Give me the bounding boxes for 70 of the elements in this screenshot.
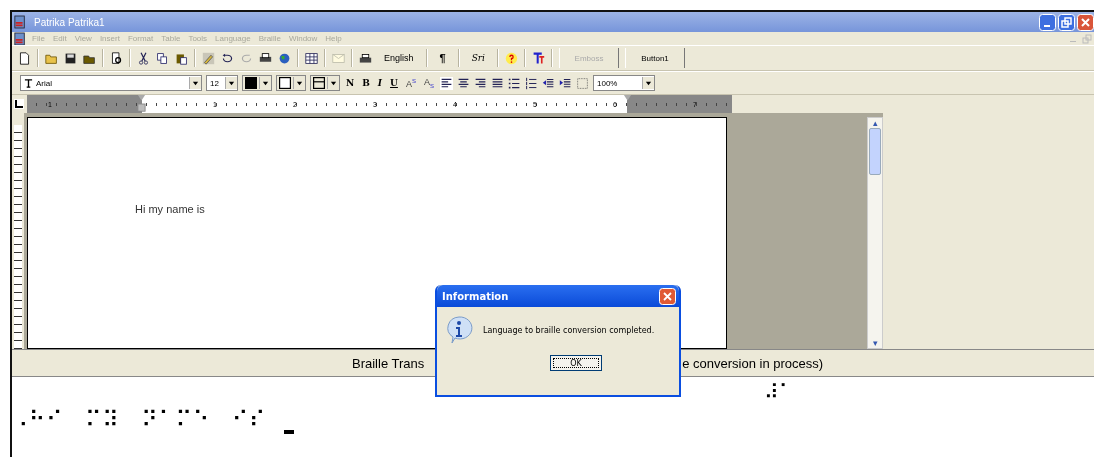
save-icon[interactable] [64,51,77,65]
paragraph-mark-button[interactable]: ¶ [433,52,452,64]
globe-icon[interactable] [278,51,291,65]
copy-icon[interactable] [156,51,169,65]
caret-icon[interactable] [192,79,199,87]
printer-icon[interactable] [259,51,272,65]
paste-icon[interactable] [175,51,188,65]
superscript-button[interactable]: A$^{S}$ [403,77,418,89]
caret-icon[interactable] [262,79,269,87]
braille-output-area[interactable]: ⠼⠁ ⠠⠓⠊ ⠍⠽ ⠝⠁⠍⠑ ⠊⠎ [12,377,1094,457]
document-text: Hi my name is [135,203,205,215]
font-type-icon [24,78,33,88]
indent-icon[interactable] [559,76,572,90]
subscript-button[interactable]: A$_{S}$ [421,77,436,89]
justify-icon[interactable] [491,76,504,90]
text-cursor [284,430,294,434]
window-title: Patrika Patrika1 [34,16,105,28]
align-left-icon[interactable] [440,76,453,90]
close-button[interactable] [659,287,676,305]
document-icon [14,31,26,46]
bold-button[interactable]: B [360,78,372,88]
border-dropdown[interactable] [310,75,340,91]
language-button[interactable]: English [378,53,420,63]
align-center-icon[interactable] [457,76,470,90]
close-button[interactable] [1077,13,1094,31]
braille-text: ⠼⠁ [764,380,794,404]
zoom-dropdown[interactable]: 100% [593,75,655,91]
background-color-dropdown[interactable] [276,75,306,91]
size-dropdown[interactable]: 12 [206,75,238,91]
scrollbar[interactable]: ▴ ▾ [867,117,883,349]
bullet-list-icon[interactable] [508,76,521,90]
outdent-icon[interactable] [542,76,555,90]
align-right-icon[interactable] [474,76,487,90]
undo-icon[interactable] [221,51,234,65]
cut-icon[interactable] [137,51,150,65]
new-file-icon[interactable] [18,51,31,65]
scroll-thumb[interactable] [869,128,881,175]
toolbar-button[interactable]: Button1 [625,48,685,68]
indent-marker[interactable] [137,95,146,113]
scroll-down-arrow[interactable]: ▾ [872,338,878,348]
underline-button[interactable]: U [388,78,400,88]
numbered-list-icon[interactable] [525,76,538,90]
font-icon[interactable] [532,51,545,65]
text-color-dropdown[interactable] [242,75,272,91]
dialog-message: Language to braille conversion completed. [483,325,655,335]
ok-button[interactable]: OK [550,355,602,371]
caret-icon[interactable] [330,79,337,87]
status-text: Braille Trans [352,355,425,371]
info-icon [445,315,473,345]
font-dropdown[interactable]: Arial [20,75,202,91]
brush-icon[interactable] [202,51,215,65]
restore-button[interactable] [1058,13,1075,31]
caret-icon[interactable] [296,79,303,87]
normal-button[interactable]: N [344,78,357,88]
caret-icon[interactable] [645,79,652,87]
braille-text: ⠠⠓⠊ ⠍⠽ ⠝⠁⠍⠑ ⠊⠎ [12,407,267,432]
print-preview-icon[interactable] [110,51,123,65]
dialog-title: Information [442,290,509,302]
help-icon[interactable] [505,51,518,65]
document-icon [14,15,26,29]
minimize-button[interactable] [1039,13,1056,31]
border-icon [313,77,325,89]
italic-button[interactable]: I [375,78,385,88]
table-icon[interactable] [305,51,318,65]
scroll-up-arrow[interactable]: ▴ [872,118,878,128]
caret-icon[interactable] [228,79,235,87]
tab-stop-icon[interactable] [14,99,24,109]
filled-square-icon [245,77,257,89]
status-text: e conversion in process) [682,355,824,371]
script-button[interactable]: Sri [465,53,491,63]
